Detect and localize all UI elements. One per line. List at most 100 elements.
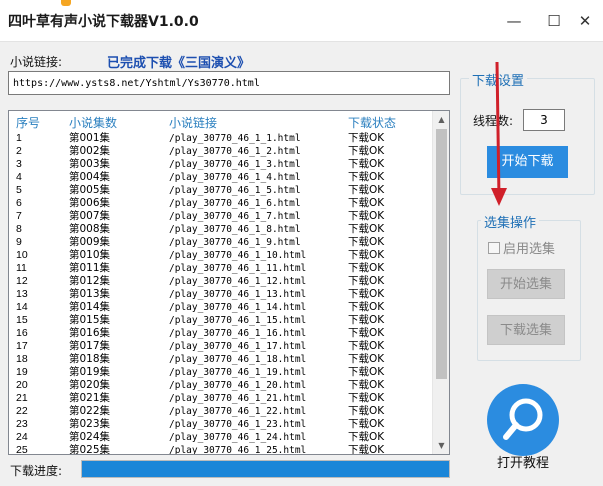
row-status: 下载OK: [348, 210, 385, 222]
table-row[interactable]: 17 第017集/play_30770_46_1_17.html 下载OK: [9, 340, 433, 353]
row-status: 下载OK: [348, 197, 385, 209]
table-row[interactable]: 11 第011集/play_30770_46_1_11.html 下载OK: [9, 262, 433, 275]
row-index: 22: [16, 405, 28, 417]
row-link: /play_30770_46_1_2.html: [169, 146, 301, 157]
table-row[interactable]: 25 第025集/play_30770_46_1_25.html 下载OK: [9, 444, 433, 454]
download-progress-bar: [81, 460, 450, 478]
row-episode: 第008集: [69, 223, 111, 235]
table-row[interactable]: 22 第022集/play_30770_46_1_22.html 下载OK: [9, 405, 433, 418]
row-index: 14: [16, 301, 28, 313]
column-header-index[interactable]: 序号: [16, 114, 40, 131]
row-status: 下载OK: [348, 301, 385, 313]
row-link: /play_30770_46_1_6.html: [169, 198, 301, 209]
enable-selection-label: 启用选集: [503, 242, 556, 257]
row-index: 4: [16, 171, 22, 183]
row-link: /play_30770_46_1_4.html: [169, 172, 301, 183]
row-index: 25: [16, 444, 28, 454]
row-status: 下载OK: [348, 158, 385, 170]
table-row[interactable]: 6 第006集/play_30770_46_1_6.html 下载OK: [9, 197, 433, 210]
row-episode: 第012集: [69, 275, 111, 287]
row-status: 下载OK: [348, 223, 385, 235]
scroll-down-icon[interactable]: ▼: [433, 437, 449, 454]
table-row[interactable]: 23 第023集/play_30770_46_1_23.html 下载OK: [9, 418, 433, 431]
scroll-thumb[interactable]: [436, 129, 447, 379]
row-index: 21: [16, 392, 28, 404]
title-accent-tab: [61, 0, 71, 6]
table-row[interactable]: 5 第005集/play_30770_46_1_5.html 下载OK: [9, 184, 433, 197]
row-index: 17: [16, 340, 28, 352]
download-selection-button[interactable]: 下载选集: [487, 315, 565, 345]
row-index: 12: [16, 275, 28, 287]
scroll-up-icon[interactable]: ▲: [433, 111, 449, 128]
url-input[interactable]: [8, 71, 450, 95]
row-link: /play_30770_46_1_9.html: [169, 237, 301, 248]
row-status: 下载OK: [348, 379, 385, 391]
row-episode: 第005集: [69, 184, 111, 196]
start-selection-button[interactable]: 开始选集: [487, 269, 565, 299]
row-status: 下载OK: [348, 405, 385, 417]
table-row[interactable]: 24 第024集/play_30770_46_1_24.html 下载OK: [9, 431, 433, 444]
row-status: 下载OK: [348, 262, 385, 274]
row-index: 20: [16, 379, 28, 391]
row-link: /play_30770_46_1_19.html: [169, 367, 307, 378]
title-bar: 四叶草有声小说下载器V1.0.0 — ☐ ✕: [0, 0, 603, 42]
search-icon[interactable]: [487, 384, 559, 456]
column-header-link[interactable]: 小说链接: [169, 114, 217, 131]
table-row[interactable]: 14 第014集/play_30770_46_1_14.html 下载OK: [9, 301, 433, 314]
table-row[interactable]: 20 第020集/play_30770_46_1_20.html 下载OK: [9, 379, 433, 392]
table-row[interactable]: 16 第016集/play_30770_46_1_16.html 下载OK: [9, 327, 433, 340]
table-row[interactable]: 4 第004集/play_30770_46_1_4.html 下载OK: [9, 171, 433, 184]
table-row[interactable]: 8 第008集/play_30770_46_1_8.html 下载OK: [9, 223, 433, 236]
enable-selection-checkbox[interactable]: 启用选集: [488, 238, 555, 257]
table-row[interactable]: 9 第009集/play_30770_46_1_9.html 下载OK: [9, 236, 433, 249]
table-row[interactable]: 15 第015集/play_30770_46_1_15.html 下载OK: [9, 314, 433, 327]
row-index: 7: [16, 210, 22, 222]
minimize-button[interactable]: —: [505, 12, 523, 30]
row-episode: 第011集: [69, 262, 111, 274]
episode-list[interactable]: 序号 小说集数 小说链接 下载状态 1 第001集/play_30770_46_1…: [8, 110, 450, 455]
row-link: /play_30770_46_1_23.html: [169, 419, 307, 430]
table-row[interactable]: 10 第010集/play_30770_46_1_10.html 下载OK: [9, 249, 433, 262]
row-status: 下载OK: [348, 444, 385, 454]
row-index: 10: [16, 249, 28, 261]
row-status: 下载OK: [348, 418, 385, 430]
row-index: 2: [16, 145, 22, 157]
url-label: 小说链接:: [10, 55, 63, 69]
vertical-scrollbar[interactable]: ▲ ▼: [432, 111, 449, 454]
table-row[interactable]: 12 第012集/play_30770_46_1_12.html 下载OK: [9, 275, 433, 288]
thread-count-input[interactable]: 3: [523, 109, 565, 131]
column-header-episode[interactable]: 小说集数: [69, 114, 117, 131]
row-episode: 第009集: [69, 236, 111, 248]
row-link: /play_30770_46_1_17.html: [169, 341, 307, 352]
row-episode: 第003集: [69, 158, 111, 170]
progress-label: 下载进度:: [10, 464, 63, 478]
row-link: /play_30770_46_1_14.html: [169, 302, 307, 313]
table-row[interactable]: 18 第018集/play_30770_46_1_18.html 下载OK: [9, 353, 433, 366]
table-row[interactable]: 1 第001集/play_30770_46_1_1.html 下载OK: [9, 132, 433, 145]
table-row[interactable]: 19 第019集/play_30770_46_1_19.html 下载OK: [9, 366, 433, 379]
row-status: 下载OK: [348, 340, 385, 352]
row-episode: 第010集: [69, 249, 111, 261]
row-status: 下载OK: [348, 171, 385, 183]
table-row[interactable]: 21 第021集/play_30770_46_1_21.html 下载OK: [9, 392, 433, 405]
table-row[interactable]: 13 第013集/play_30770_46_1_13.html 下载OK: [9, 288, 433, 301]
row-status: 下载OK: [348, 366, 385, 378]
close-button[interactable]: ✕: [576, 12, 594, 30]
table-row[interactable]: 7 第007集/play_30770_46_1_7.html 下载OK: [9, 210, 433, 223]
row-link: /play_30770_46_1_21.html: [169, 393, 307, 404]
table-row[interactable]: 3 第003集/play_30770_46_1_3.html 下载OK: [9, 158, 433, 171]
row-status: 下载OK: [348, 236, 385, 248]
maximize-button[interactable]: ☐: [545, 12, 563, 30]
open-tutorial-label[interactable]: 打开教程: [497, 452, 549, 471]
window-title: 四叶草有声小说下载器V1.0.0: [8, 14, 199, 30]
row-index: 16: [16, 327, 28, 339]
row-episode: 第014集: [69, 301, 111, 313]
row-status: 下载OK: [348, 184, 385, 196]
row-episode: 第015集: [69, 314, 111, 326]
row-episode: 第025集: [69, 444, 111, 454]
row-episode: 第016集: [69, 327, 111, 339]
column-header-status[interactable]: 下载状态: [348, 114, 396, 131]
row-link: /play_30770_46_1_1.html: [169, 133, 301, 144]
checkbox-box[interactable]: [488, 242, 500, 254]
table-row[interactable]: 2 第002集/play_30770_46_1_2.html 下载OK: [9, 145, 433, 158]
